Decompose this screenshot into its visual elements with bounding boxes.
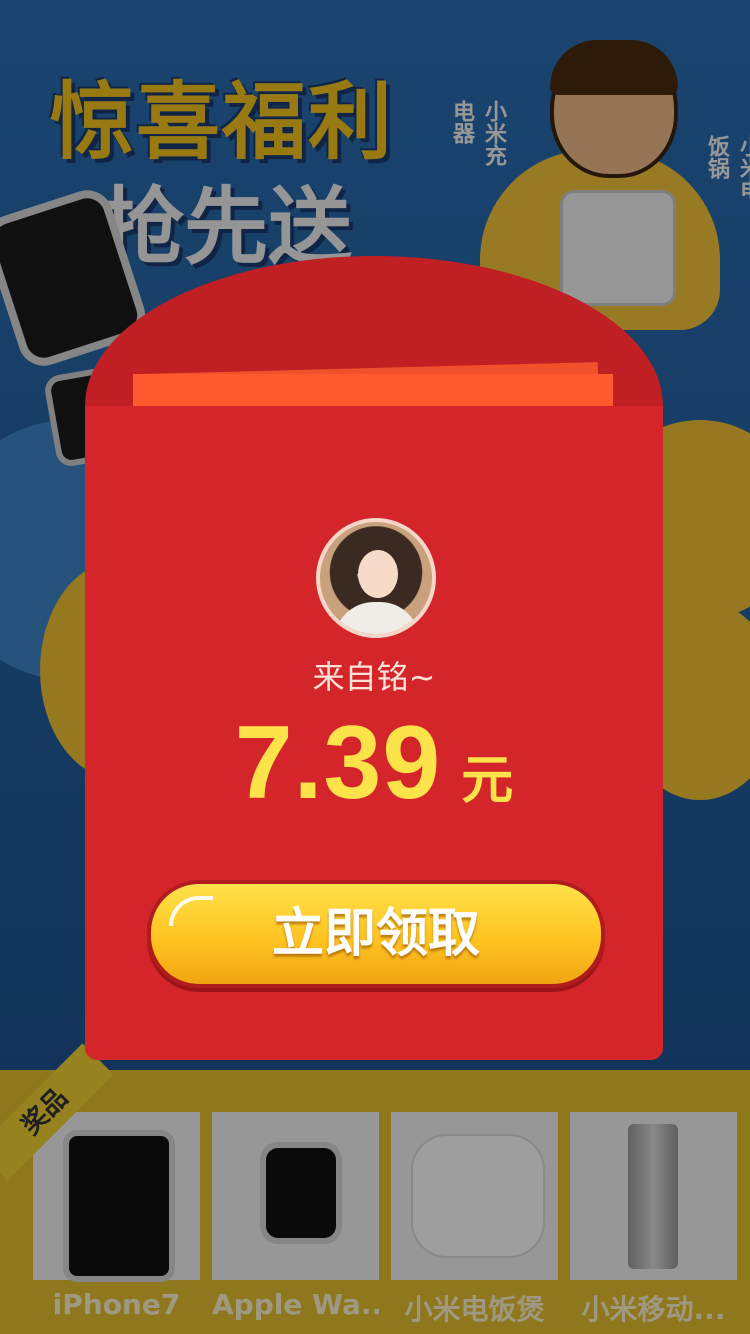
red-envelope: 来自铭~ 7.39 元 立即领取 xyxy=(85,256,663,1060)
sender-name: 来自铭~ xyxy=(312,658,436,696)
amount-unit: 元 xyxy=(461,751,514,811)
claim-button[interactable]: 立即领取 xyxy=(147,880,605,988)
gloss-highlight xyxy=(169,896,213,926)
claim-button-label: 立即领取 xyxy=(271,904,480,964)
envelope-flap xyxy=(85,416,663,486)
avatar xyxy=(316,518,436,638)
amount-display: 7.39 元 xyxy=(85,704,663,823)
amount-value: 7.39 xyxy=(234,705,442,821)
